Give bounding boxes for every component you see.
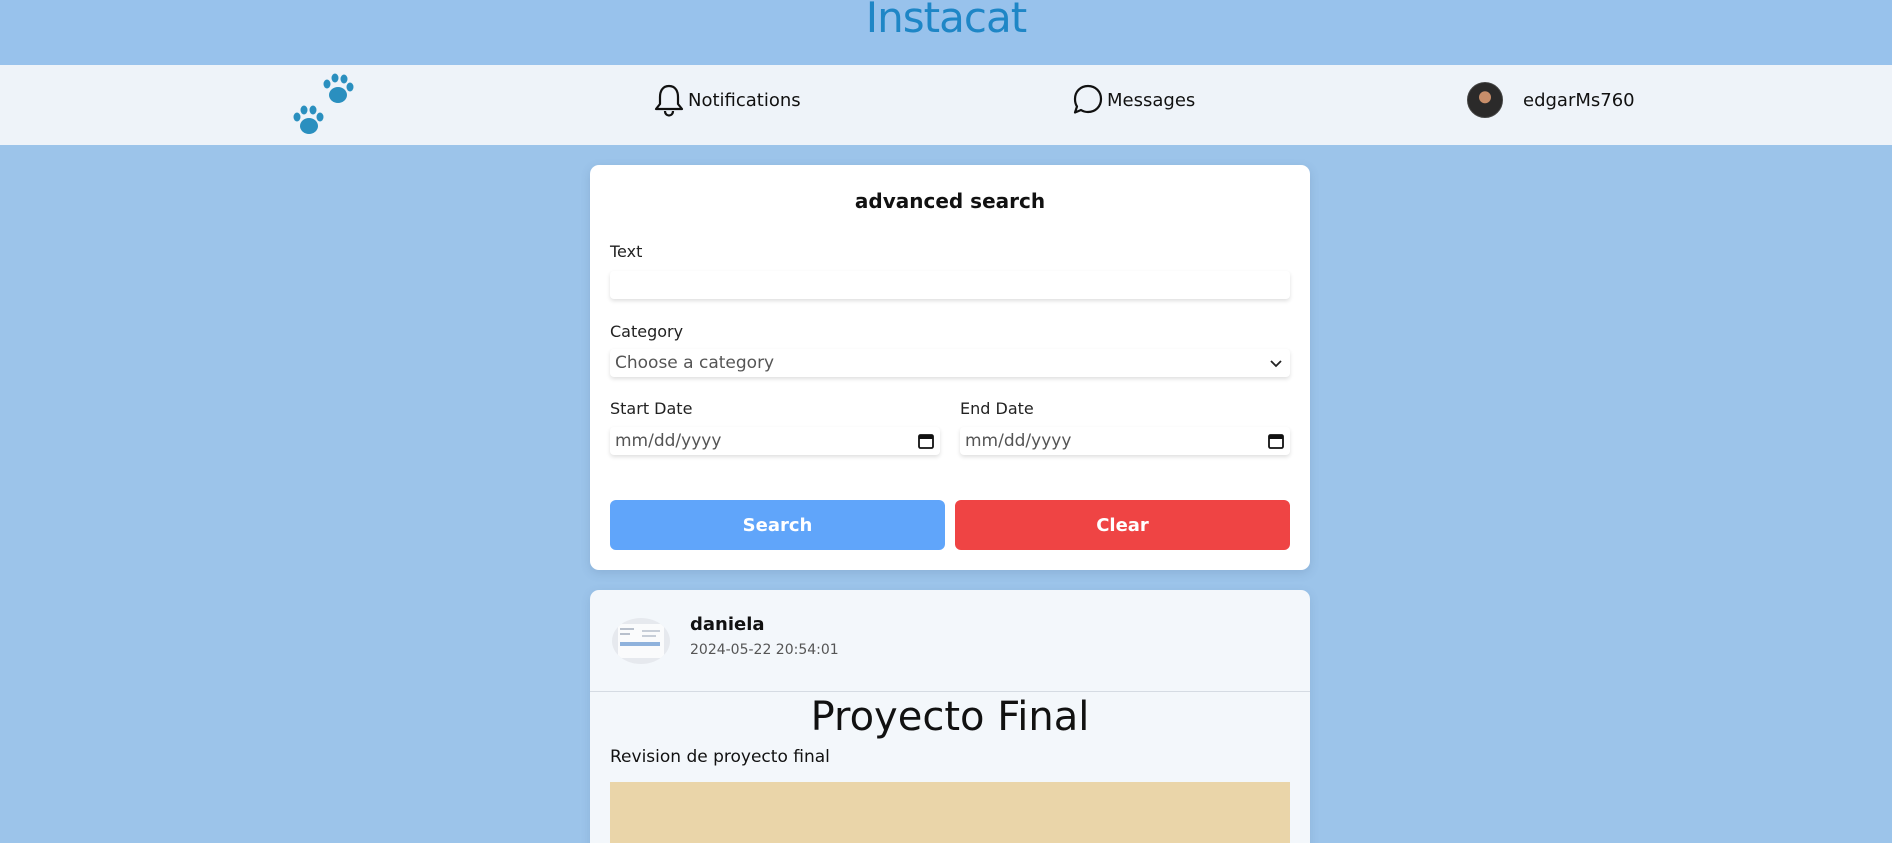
paw-icon[interactable] — [292, 70, 358, 138]
category-selected: Choose a category — [615, 353, 775, 373]
post-title: Proyecto Final — [810, 694, 1090, 740]
search-button[interactable]: Search — [610, 500, 945, 550]
author-avatar[interactable] — [612, 618, 670, 664]
nav-messages[interactable]: Messages — [1072, 81, 1195, 119]
category-select[interactable]: Choose a category — [610, 349, 1290, 377]
text-label: Text — [610, 242, 643, 261]
advanced-search-title: advanced search — [854, 189, 1046, 213]
post-author[interactable]: daniela — [690, 614, 765, 635]
bell-icon — [654, 84, 684, 117]
category-label: Category — [610, 322, 684, 341]
nav-user[interactable]: edgarMs760 — [1467, 81, 1635, 119]
calendar-icon[interactable] — [1267, 432, 1285, 450]
end-date-placeholder: mm/dd/yyyy — [965, 431, 1072, 451]
messages-label: Messages — [1107, 89, 1196, 111]
clear-button[interactable]: Clear — [955, 500, 1290, 550]
end-date-label: End Date — [960, 399, 1034, 418]
post-header: daniela 2024-05-22 20:54:01 — [590, 590, 1310, 692]
chevron-down-icon — [1270, 360, 1282, 368]
post-description: Revision de proyecto final — [610, 747, 830, 767]
avatar[interactable] — [1467, 82, 1503, 118]
advanced-search-card: advanced search Text Category Choose a c… — [590, 165, 1310, 570]
start-date-input[interactable]: mm/dd/yyyy — [610, 427, 940, 455]
calendar-icon[interactable] — [917, 432, 935, 450]
start-date-label: Start Date — [610, 399, 693, 418]
nav-bar: Notifications Messages edgarMs760 — [0, 65, 1892, 145]
start-date-placeholder: mm/dd/yyyy — [615, 431, 722, 451]
post-card: daniela 2024-05-22 20:54:01 Proyecto Fin… — [590, 590, 1310, 843]
app-title: Instacat — [865, 0, 1027, 42]
text-field[interactable] — [610, 271, 1290, 299]
end-date-input[interactable]: mm/dd/yyyy — [960, 427, 1290, 455]
chat-bubble-icon — [1073, 84, 1103, 114]
nav-notifications[interactable]: Notifications — [653, 81, 801, 119]
post-image[interactable] — [610, 782, 1290, 843]
post-date: 2024-05-22 20:54:01 — [690, 642, 839, 658]
notifications-label: Notifications — [688, 89, 801, 111]
page: Instacat Notifications Messages edgarMs7… — [0, 0, 1892, 843]
header: Instacat — [0, 0, 1892, 65]
text-input[interactable] — [615, 271, 1285, 299]
username-label: edgarMs760 — [1523, 89, 1635, 111]
